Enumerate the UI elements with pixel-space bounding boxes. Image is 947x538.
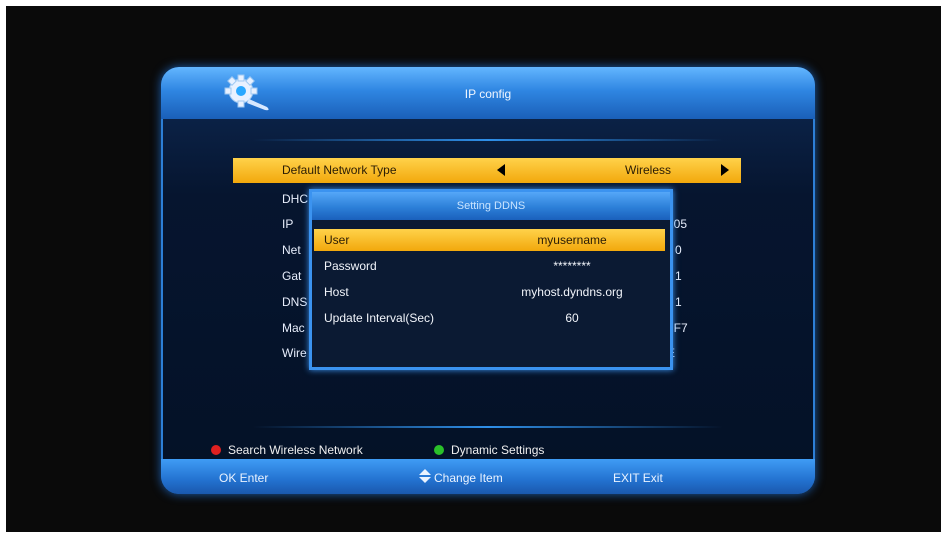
gateway-label: Gat <box>282 269 302 283</box>
dns-label: DNS <box>282 295 308 309</box>
window-header: IP config <box>161 67 815 119</box>
default-network-type-value: Wireless <box>625 163 672 177</box>
gateway-value: 1 <box>675 269 682 283</box>
default-network-type-row[interactable]: Default Network Type Wireless <box>233 158 741 183</box>
top-divider <box>253 139 723 141</box>
change-item-hint[interactable]: Change Item <box>434 471 503 485</box>
arrow-left-icon[interactable] <box>497 164 505 176</box>
dialog-title: Setting DDNS <box>456 200 526 212</box>
green-key-icon <box>434 445 444 455</box>
dhcp-label: DHC <box>282 192 308 206</box>
ok-enter-hint[interactable]: OK Enter <box>219 471 268 485</box>
bottom-divider <box>253 426 723 428</box>
up-down-arrows-icon <box>419 469 431 483</box>
arrow-right-icon[interactable] <box>721 164 729 176</box>
user-label: User <box>324 233 350 247</box>
host-value: myhost.dyndns.org <box>521 285 623 299</box>
tv-screen: IP config Default Network Type Wireless … <box>6 6 941 532</box>
red-key-icon <box>211 445 221 455</box>
window-title: IP config <box>464 87 512 101</box>
default-network-type-label: Default Network Type <box>282 163 397 177</box>
ddns-dialog: Setting DDNS User myusername Password **… <box>309 189 673 370</box>
ip-label: IP <box>282 217 294 231</box>
password-label: Password <box>324 259 377 273</box>
search-wireless-hint[interactable]: Search Wireless Network <box>228 443 363 457</box>
netmask-value: 0 <box>675 243 682 257</box>
dialog-header: Setting DDNS <box>312 192 670 220</box>
update-interval-label: Update Interval(Sec) <box>324 311 435 325</box>
password-row[interactable]: Password ******** <box>314 255 665 277</box>
update-interval-row[interactable]: Update Interval(Sec) 60 <box>314 307 665 329</box>
update-interval-value: 60 <box>565 311 579 325</box>
password-value: ******** <box>553 259 591 273</box>
ip-config-window: IP config Default Network Type Wireless … <box>161 67 815 494</box>
dns-value: 1 <box>675 295 682 309</box>
exit-hint[interactable]: EXIT Exit <box>613 471 663 485</box>
dynamic-settings-hint[interactable]: Dynamic Settings <box>451 443 544 457</box>
host-row[interactable]: Host myhost.dyndns.org <box>314 281 665 303</box>
netmask-label: Net <box>282 243 301 257</box>
host-label: Host <box>324 285 349 299</box>
wireless-label: Wire <box>282 346 307 360</box>
mac-label: Mac <box>282 321 305 335</box>
user-row[interactable]: User myusername <box>314 229 665 251</box>
user-value: myusername <box>537 233 607 247</box>
